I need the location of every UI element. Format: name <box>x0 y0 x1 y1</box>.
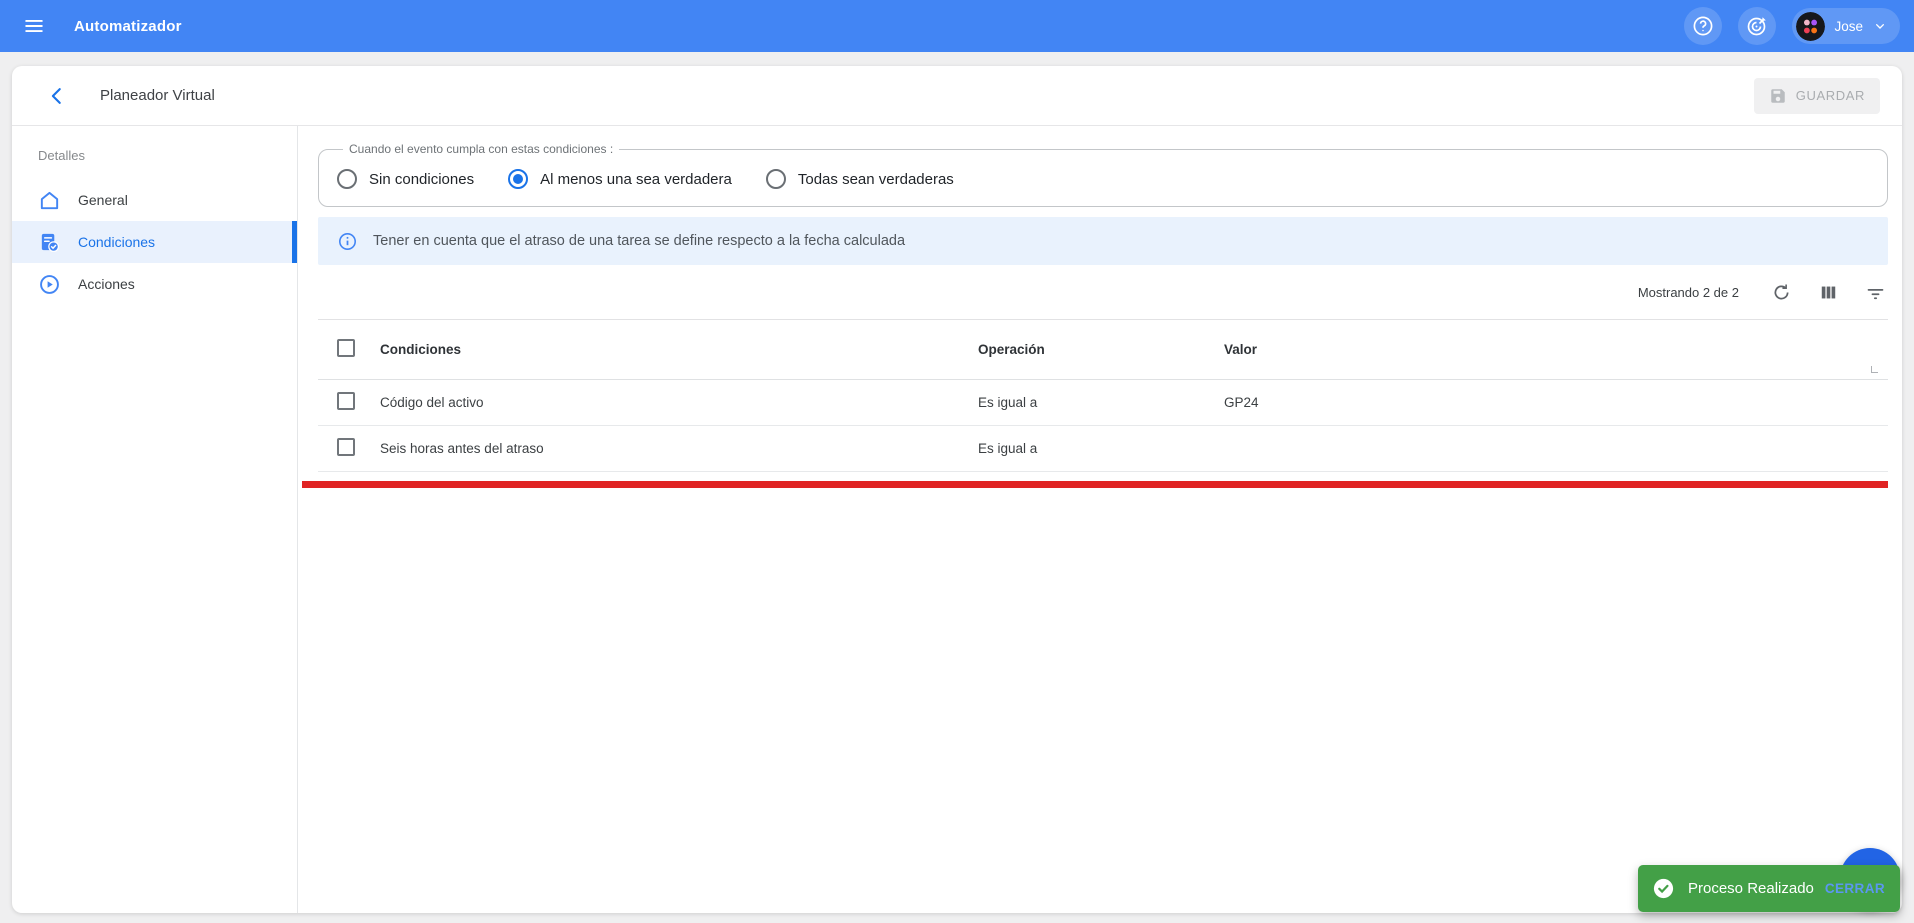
radio-icon <box>508 169 529 189</box>
column-header-operacion[interactable]: Operación <box>962 320 1208 379</box>
help-icon <box>1691 14 1715 38</box>
radio-label: Todas sean verdaderas <box>797 170 954 188</box>
menu-button[interactable] <box>14 6 54 46</box>
conditions-legend: Cuando el evento cumpla con estas condic… <box>349 142 614 156</box>
toast-close-button[interactable]: CERRAR <box>1825 881 1885 896</box>
radio-al-menos-una[interactable]: Al menos una sea verdadera <box>508 169 732 189</box>
home-icon <box>38 189 61 212</box>
info-icon <box>337 231 358 252</box>
sidebar-item-condiciones[interactable]: Condiciones <box>12 221 297 263</box>
chevron-left-icon <box>46 85 68 107</box>
cell-condicion: Código del activo <box>380 395 484 410</box>
filter-button[interactable] <box>1862 279 1888 305</box>
main-panel: Cuando el evento cumpla con estas condic… <box>298 126 1902 913</box>
sidebar-item-acciones[interactable]: Acciones <box>12 263 297 305</box>
sidebar-section-label: Detalles <box>38 148 85 163</box>
check-circle-icon <box>1652 877 1675 900</box>
app-title: Automatizador <box>74 17 182 35</box>
save-icon <box>1769 87 1787 105</box>
refresh-icon <box>1771 282 1792 303</box>
info-banner-text: Tener en cuenta que el atraso de una tar… <box>373 233 906 249</box>
sidebar: Detalles General Condiciones Acciones <box>12 126 298 913</box>
content-card: Planeador Virtual GUARDAR Detalles Gener… <box>12 66 1902 913</box>
radio-label: Sin condiciones <box>369 170 475 188</box>
fact-check-icon <box>38 231 61 254</box>
cell-condicion: Seis horas antes del atraso <box>380 441 544 456</box>
radio-sin-condiciones[interactable]: Sin condiciones <box>337 169 474 189</box>
app-bar: Automatizador Jose <box>0 0 1914 52</box>
radio-todas-verdaderas[interactable]: Todas sean verdaderas <box>765 169 954 189</box>
table-header-row: Condiciones Operación Valor <box>318 320 1888 380</box>
sidebar-item-label: General <box>78 192 128 208</box>
conditions-table: Condiciones Operación Valor Código del a… <box>318 319 1888 472</box>
save-button-label: GUARDAR <box>1795 88 1865 103</box>
play-circle-icon <box>38 273 61 296</box>
select-all-checkbox[interactable] <box>337 339 355 357</box>
user-name: Jose <box>1834 18 1863 34</box>
filter-icon <box>1865 282 1886 303</box>
table-row[interactable]: Seis horas antes del atraso Es igual a <box>318 426 1888 472</box>
column-header-valor[interactable]: Valor <box>1208 320 1888 379</box>
sidebar-item-label: Acciones <box>78 276 135 292</box>
showing-count: Mostrando 2 de 2 <box>1637 284 1739 300</box>
goal-button[interactable] <box>1738 7 1777 45</box>
columns-icon <box>1819 283 1838 302</box>
radio-label: Al menos una sea verdadera <box>540 170 732 188</box>
alert-divider <box>302 481 1888 488</box>
save-button[interactable]: GUARDAR <box>1753 77 1880 114</box>
table-row[interactable]: Código del activo Es igual a GP24 <box>318 380 1888 426</box>
cell-valor: GP24 <box>1224 395 1259 410</box>
row-checkbox[interactable] <box>337 392 355 410</box>
page-title: Planeador Virtual <box>100 87 215 104</box>
avatar <box>1796 11 1826 41</box>
page-header: Planeador Virtual GUARDAR <box>12 66 1902 126</box>
toast-message: Proceso Realizado <box>1688 880 1814 897</box>
column-header-condiciones[interactable]: Condiciones <box>364 320 962 379</box>
sidebar-item-label: Condiciones <box>78 234 156 250</box>
cell-operacion: Es igual a <box>978 395 1038 410</box>
chevron-down-icon <box>1872 18 1888 34</box>
radio-icon <box>765 169 786 189</box>
sidebar-item-general[interactable]: General <box>12 179 297 221</box>
table-toolbar: Mostrando 2 de 2 <box>318 265 1888 319</box>
refresh-button[interactable] <box>1768 279 1794 305</box>
cell-operacion: Es igual a <box>978 441 1038 456</box>
back-button[interactable] <box>40 79 74 113</box>
info-banner: Tener en cuenta que el atraso de una tar… <box>318 217 1888 265</box>
radio-icon <box>337 169 357 189</box>
goal-target-icon <box>1745 14 1769 38</box>
row-checkbox[interactable] <box>337 438 355 456</box>
conditions-fieldset: Cuando el evento cumpla con estas condic… <box>318 142 1888 207</box>
column-resize-handle[interactable] <box>1871 366 1878 373</box>
success-toast: Proceso Realizado CERRAR <box>1638 865 1900 912</box>
help-button[interactable] <box>1684 7 1723 45</box>
user-menu[interactable]: Jose <box>1792 8 1900 44</box>
columns-button[interactable] <box>1815 279 1841 305</box>
hamburger-icon <box>23 15 45 37</box>
